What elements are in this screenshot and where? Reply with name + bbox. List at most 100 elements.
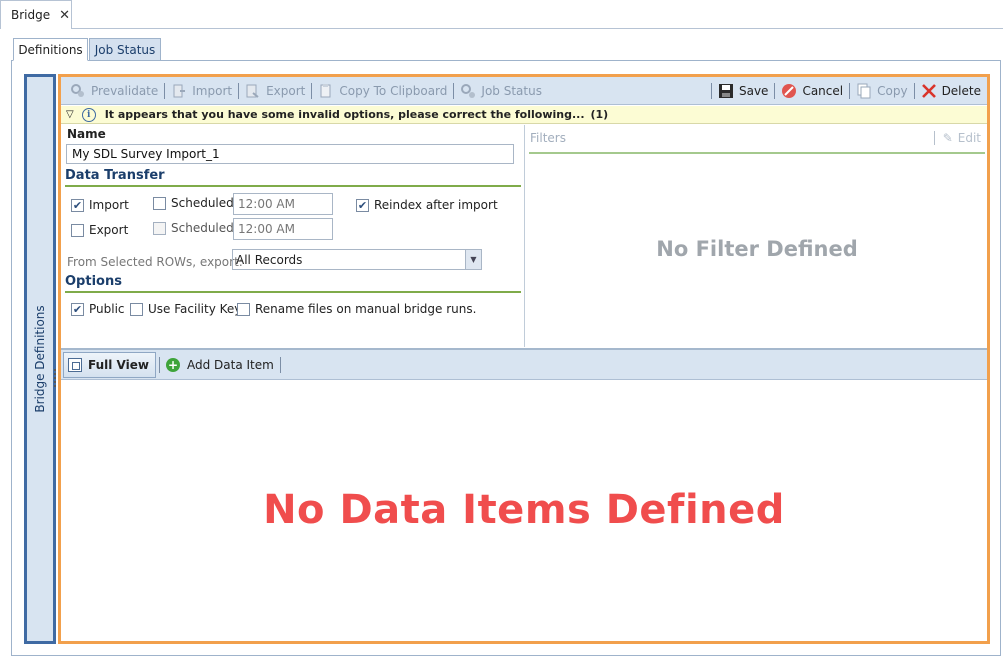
pencil-icon: ✎ (942, 131, 953, 145)
toolbar-separator (849, 82, 851, 99)
toolbar-separator (164, 82, 166, 99)
rename-files-checkbox-box[interactable] (237, 302, 250, 316)
bridge-editor: Prevalidate Import Export Copy To Clipbo… (58, 74, 990, 644)
facility-key-checkbox-box[interactable] (130, 302, 143, 316)
add-circle-icon: + (165, 357, 180, 372)
data-transfer-header: Data Transfer (65, 168, 521, 187)
toolbar-separator (311, 82, 313, 99)
validation-warning-bar[interactable]: ▽ i It appears that you have some invali… (61, 106, 987, 124)
export-checkbox-box[interactable] (71, 223, 84, 237)
editor-toolbar: Prevalidate Import Export Copy To Clipbo… (61, 77, 987, 105)
job-status-button[interactable]: Job Status (457, 80, 545, 102)
export-button[interactable]: Export (242, 80, 308, 102)
delete-label: Delete (941, 83, 981, 98)
doc-tab-label: Bridge (11, 8, 51, 22)
edit-filter-label: Edit (957, 131, 981, 145)
reindex-checkbox-label: Reindex after import (374, 198, 498, 212)
public-checkbox-label: Public (89, 302, 125, 316)
facility-key-checkbox[interactable]: Use Facility Key (130, 302, 241, 316)
add-data-item-button[interactable]: + Add Data Item (165, 357, 274, 372)
job-status-icon (460, 83, 476, 99)
public-checkbox-box[interactable]: ✔ (71, 302, 84, 316)
save-label: Save (738, 83, 769, 98)
import-button[interactable]: Import (168, 80, 235, 102)
filters-header: Filters (530, 131, 566, 145)
save-icon (718, 83, 734, 99)
toolbar-separator (774, 82, 776, 99)
tab-strip-divider (72, 28, 1003, 29)
filters-panel: Filters ✎ Edit No Filter Defined (527, 125, 987, 347)
prevalidate-label: Prevalidate (91, 83, 159, 98)
import-label: Import (192, 83, 233, 98)
import-checkbox-label: Import (89, 198, 129, 212)
toolbar-separator (710, 82, 712, 99)
export-time-input[interactable]: 12:00 AM (233, 218, 333, 240)
job-status-label: Job Status (481, 83, 542, 98)
toolbar-separator (933, 131, 935, 145)
prevalidate-button[interactable]: Prevalidate (67, 80, 161, 102)
toolbar-separator (238, 82, 240, 99)
copy-to-clipboard-label: Copy To Clipboard (339, 83, 448, 98)
export-icon (245, 83, 261, 99)
scheduled-import-checkbox[interactable]: Scheduled (153, 196, 234, 210)
import-checkbox-box[interactable]: ✔ (71, 198, 84, 212)
filters-divider (529, 152, 985, 154)
expand-icon (68, 357, 82, 372)
doc-tab-bridge[interactable]: Bridge ✕ (0, 0, 72, 29)
definition-form: Name My SDL Survey Import_1 Data Transfe… (61, 125, 525, 347)
copy-label: Copy (877, 83, 908, 98)
toolbar-separator (453, 82, 455, 99)
data-items-toolbar: Full View + Add Data Item (61, 348, 987, 380)
toolbar-separator (158, 356, 160, 373)
copy-to-clipboard-button[interactable]: Copy To Clipboard (315, 80, 450, 102)
scheduled-export-label: Scheduled (171, 221, 234, 235)
copy-icon (856, 83, 872, 99)
sidebar-label: Bridge Definitions (33, 305, 47, 413)
selected-rows-dropdown[interactable]: All Records ▼ (232, 249, 482, 270)
cancel-icon (781, 83, 797, 99)
reindex-checkbox[interactable]: ✔ Reindex after import (356, 198, 498, 212)
no-data-items-message: No Data Items Defined (263, 487, 785, 533)
scheduled-import-checkbox-box[interactable] (153, 196, 166, 210)
import-time-input[interactable]: 12:00 AM (233, 193, 333, 215)
save-button[interactable]: Save (715, 80, 771, 102)
reindex-checkbox-box[interactable]: ✔ (356, 198, 369, 212)
export-checkbox[interactable]: Export (71, 223, 128, 237)
cancel-button[interactable]: Cancel (778, 80, 846, 102)
close-icon[interactable]: ✕ (59, 8, 70, 23)
selected-rows-label: From Selected ROWs, export: (67, 255, 243, 269)
rename-files-checkbox-label: Rename files on manual bridge runs. (255, 302, 477, 316)
facility-key-checkbox-label: Use Facility Key (148, 302, 242, 316)
bridge-definitions-sidebar[interactable]: Bridge Definitions (24, 74, 56, 644)
rename-files-checkbox[interactable]: Rename files on manual bridge runs. (237, 302, 476, 316)
prevalidate-icon (70, 83, 86, 99)
info-icon: i (81, 107, 96, 122)
name-label: Name (67, 127, 106, 141)
delete-icon (921, 83, 937, 99)
public-checkbox[interactable]: ✔ Public (71, 302, 125, 316)
copy-button[interactable]: Copy (853, 80, 910, 102)
import-checkbox[interactable]: ✔ Import (71, 198, 129, 212)
toolbar-separator (279, 356, 281, 373)
export-time-value: 12:00 AM (238, 222, 295, 236)
selected-rows-value: All Records (236, 252, 303, 267)
warning-message: It appears that you have some invalid op… (104, 108, 585, 121)
import-icon (171, 83, 187, 99)
name-input[interactable]: My SDL Survey Import_1 (66, 144, 514, 164)
options-header: Options (65, 274, 521, 293)
tab-job-status[interactable]: Job Status (89, 38, 161, 61)
warning-count: (1) (590, 108, 609, 121)
tab-definitions[interactable]: Definitions (13, 38, 88, 61)
scheduled-export-checkbox[interactable]: Scheduled (153, 221, 234, 235)
collapse-triangle-icon[interactable]: ▽ (66, 109, 74, 120)
full-view-button[interactable]: Full View (63, 351, 156, 378)
no-filter-message: No Filter Defined (656, 237, 858, 261)
clipboard-icon (318, 83, 334, 99)
chevron-down-icon[interactable]: ▼ (465, 250, 481, 269)
edit-filter-button[interactable]: ✎ Edit (933, 131, 981, 145)
export-checkbox-label: Export (89, 223, 129, 237)
scheduled-export-checkbox-box[interactable] (153, 221, 166, 235)
full-view-label: Full View (88, 357, 149, 372)
name-input-value: My SDL Survey Import_1 (72, 147, 220, 161)
delete-button[interactable]: Delete (918, 80, 987, 102)
